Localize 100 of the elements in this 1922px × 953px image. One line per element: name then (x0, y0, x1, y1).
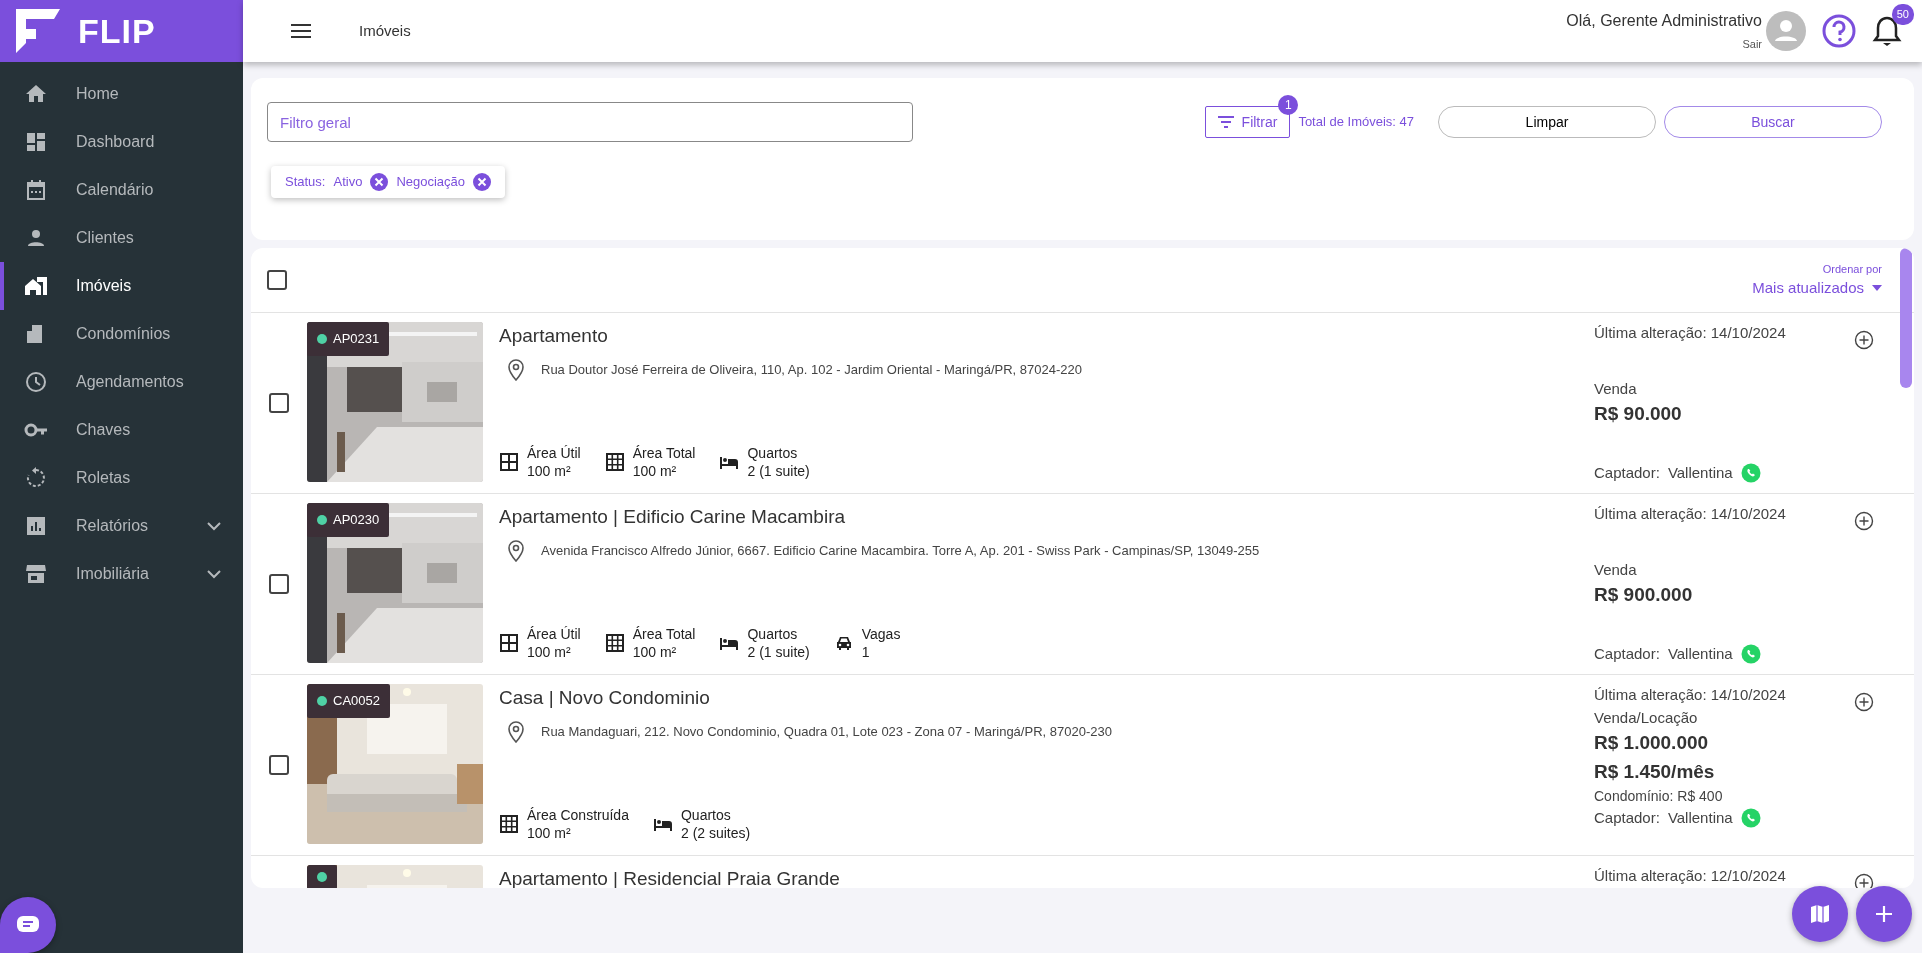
last-updated-text: Última alteração: 14/10/2024 (1594, 504, 1787, 524)
store-icon (24, 562, 48, 586)
price-text: R$ 900.000 (1594, 583, 1694, 607)
feature-value: 2 (2 suites) (680, 823, 751, 842)
agent-label: Captador: (1594, 643, 1660, 664)
agent-label: Captador: (1594, 462, 1660, 483)
feature-value: 1 (861, 642, 871, 661)
add-icon[interactable] (1854, 873, 1874, 888)
feature-label: Vagas (861, 624, 901, 643)
feature-value: 100 m² (527, 461, 572, 480)
code-badge: AP0231 (307, 322, 390, 356)
feature-label: Área Útil (527, 624, 581, 643)
deal-type: Venda (1594, 559, 1638, 580)
sidebar-item[interactable]: Clientes (0, 214, 243, 262)
dashboard-icon (24, 130, 48, 154)
chart-icon (24, 514, 48, 538)
add-icon[interactable] (1854, 692, 1874, 712)
add-icon[interactable] (1854, 511, 1874, 531)
feature-label: Quartos (747, 443, 799, 462)
price-text: R$ 1.450/mês (1594, 759, 1716, 784)
house-icon (24, 274, 48, 298)
feature-label: Área Útil (527, 443, 581, 462)
sidebar-item[interactable]: Chaves (0, 406, 243, 454)
scrollbar-thumb[interactable] (1900, 248, 1912, 388)
sidebar-item[interactable]: Relatórios (0, 502, 243, 550)
calendar-icon (24, 178, 48, 202)
agent-name: Vallentina (1667, 643, 1733, 664)
sidebar-item[interactable]: Imobiliária (0, 550, 243, 598)
remove-icon[interactable] (473, 172, 492, 191)
logo-icon (14, 9, 60, 53)
deal-type: Venda/Locação (1594, 707, 1699, 728)
feature-value: 100 m² (527, 642, 572, 661)
price-text: R$ 1.000.000 (1594, 731, 1710, 755)
agent-name: Vallentina (1667, 808, 1733, 828)
grid-icon (604, 632, 625, 653)
last-updated-text: Última alteração: 14/10/2024 (1594, 685, 1787, 705)
deal-type: Venda (1594, 378, 1638, 399)
rotate-icon (24, 466, 48, 490)
sidebar-item[interactable]: Calendário (0, 166, 243, 214)
price-text: R$ 90.000 (1594, 402, 1683, 426)
chat-icon (16, 915, 40, 935)
location-icon (507, 539, 525, 562)
chip-label: Status: (285, 173, 326, 191)
grid-icon (499, 813, 519, 834)
last-updated-text: Última alteração: 14/10/2024 (1594, 323, 1787, 343)
feature-label: Quartos (747, 624, 799, 643)
row-checkbox[interactable] (269, 393, 289, 413)
search-button[interactable]: Buscar (1664, 106, 1882, 138)
remove-icon[interactable] (370, 172, 389, 191)
property-title: Apartamento | Edificio Carine Macambira (499, 505, 847, 529)
location-icon (507, 720, 525, 743)
feature-value: 100 m² (632, 642, 678, 661)
select-all-checkbox[interactable] (267, 270, 287, 290)
feature-value: 100 m² (527, 823, 572, 842)
greeting-text: Olá, Gerente Administrativo (1566, 10, 1762, 31)
sidebar-item[interactable]: Home (0, 70, 243, 118)
plus-icon (1875, 905, 1893, 923)
feature-value: 2 (1 suite) (747, 642, 810, 661)
sort-label: Ordenar por (1821, 261, 1882, 277)
sidebar-item[interactable]: Condomínios (0, 310, 243, 358)
help-icon[interactable] (1822, 14, 1856, 48)
row-checkbox[interactable] (269, 574, 289, 594)
code-badge: CA0052 (307, 684, 390, 718)
sort-dropdown[interactable]: Mais atualizados (1752, 277, 1882, 300)
sidebar-item[interactable]: Agendamentos (0, 358, 243, 406)
agent-name: Vallentina (1667, 462, 1733, 483)
row-checkbox[interactable] (269, 755, 289, 775)
property-title: Apartamento (499, 324, 609, 348)
add-button[interactable] (1856, 886, 1912, 942)
agent-label: Captador: (1594, 808, 1660, 828)
grid-icon (604, 451, 625, 472)
chip-value: Ativo (333, 173, 363, 191)
search-field[interactable]: Filtro geral (267, 102, 913, 142)
clear-button[interactable]: Limpar (1438, 106, 1656, 138)
condo-fee-text: Condomínio: R$ 400 (1594, 787, 1724, 806)
brand-name: FLIP (78, 10, 156, 52)
feature-label: Área Total (632, 624, 696, 643)
feature-label: Área Total (632, 443, 696, 462)
add-icon[interactable] (1854, 330, 1874, 350)
sidebar-item[interactable]: Roletas (0, 454, 243, 502)
filter-icon (1217, 116, 1234, 128)
logout-link[interactable]: Sair (1742, 37, 1762, 50)
grid-icon (499, 451, 519, 472)
address-text: Rua Mandaguari, 212. Novo Condominio, Quadra 01, Lote 023 - Zona 07 - Maringá/PR, 87020-230 (541, 722, 1112, 741)
address-text: Rua Doutor José Ferreira de Oliveira, 110, Ap. 102 - Jardim Oriental - Maringá/PR, 87024-220 (541, 360, 1082, 379)
map-icon (1810, 904, 1830, 924)
location-icon (507, 358, 525, 381)
feature-label: Quartos (680, 805, 732, 824)
address-text: Avenida Francisco Alfredo Júnior, 6667. Edificio Carine Macambira. Torre A, Ap. 201 - Swiss Park - Campinas/SP, 13049-255 (541, 541, 1260, 560)
chip-value: Negociação (396, 173, 466, 191)
map-button[interactable] (1792, 886, 1848, 942)
notification-badge: 50 (1891, 4, 1914, 25)
grid-icon (499, 632, 519, 653)
feature-value: 2 (1 suite) (747, 461, 810, 480)
caret-icon (1872, 285, 1882, 292)
sidebar-item[interactable]: Imóveis (0, 262, 243, 310)
menu-icon[interactable] (291, 24, 311, 38)
property-title: Casa | Novo Condominio (499, 686, 711, 710)
total-count-text: Total de Imóveis: 47 (1298, 113, 1414, 132)
sidebar-item[interactable]: Dashboard (0, 118, 243, 166)
